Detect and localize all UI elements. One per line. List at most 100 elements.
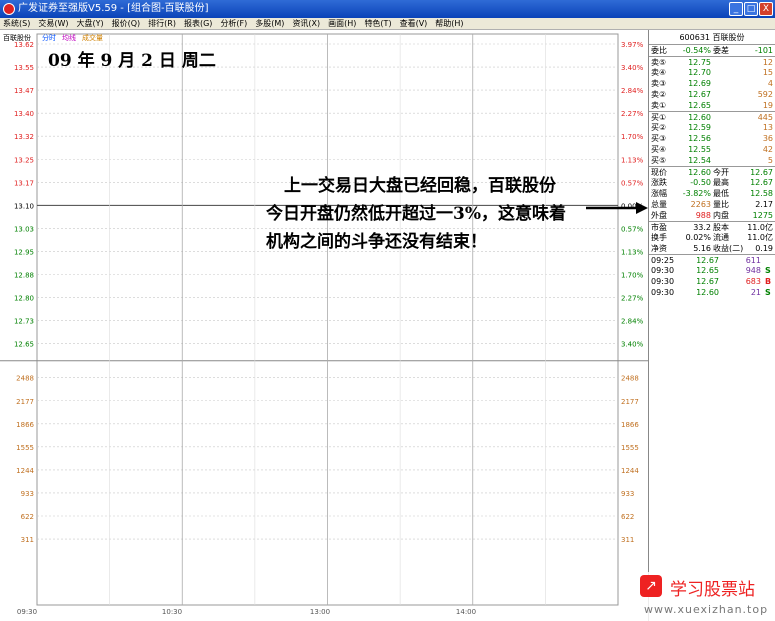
- bid-price: 12.59: [688, 123, 711, 132]
- fund-label: 净资: [651, 244, 667, 253]
- menu-item-5[interactable]: 报表(G): [184, 18, 212, 29]
- menu-item-10[interactable]: 特色(T): [364, 18, 391, 29]
- volume-tick-label: 622: [21, 513, 34, 521]
- stat-value: -0.50: [690, 178, 711, 187]
- price-tick-label: 13.47: [14, 87, 34, 95]
- price-tick-label: 13.10: [14, 202, 34, 210]
- bid-volume: 42: [762, 145, 773, 154]
- ask-volume: 592: [757, 90, 773, 99]
- bid-row: 买① 12.60 445: [649, 111, 775, 122]
- chart-tab-2: 成交量: [82, 33, 103, 42]
- stat-label-2: 最高: [713, 178, 729, 187]
- volume-tick-label-right: 1244: [621, 467, 639, 475]
- price-tick-label: 13.40: [14, 110, 34, 118]
- menu-item-3[interactable]: 报价(Q): [112, 18, 141, 29]
- tick-price: 12.67: [696, 277, 719, 286]
- stat-row: 外盘 988 内盘 1275: [649, 210, 775, 221]
- volume-tick-label-right: 2488: [621, 375, 639, 383]
- time-tick-label: 09:30: [17, 608, 37, 616]
- stat-value: -3.82%: [682, 189, 711, 198]
- logo-mark-icon: ↗: [640, 575, 662, 597]
- pct-tick-label: 2.84%: [621, 318, 644, 326]
- pct-tick-label: 1.70%: [621, 272, 644, 280]
- volume-tick-label: 2177: [16, 398, 34, 406]
- tick-volume: 948: [745, 266, 761, 275]
- pct-tick-label: 3.40%: [621, 341, 644, 349]
- stat-row: 总量 2263 量比 2.17: [649, 199, 775, 210]
- ask-price: 12.67: [688, 90, 711, 99]
- volume-tick-label-right: 311: [621, 536, 634, 544]
- bid-label: 买③: [651, 134, 667, 143]
- bid-price: 12.56: [688, 134, 711, 143]
- menu-item-7[interactable]: 多股(M): [255, 18, 284, 29]
- menu-item-4[interactable]: 排行(R): [148, 18, 176, 29]
- ask-row: 卖① 12.65 19: [649, 100, 775, 111]
- pct-tick-label: 1.70%: [621, 133, 644, 141]
- close-button[interactable]: X: [759, 2, 773, 16]
- stat-row: 涨幅 -3.82% 最低 12.58: [649, 188, 775, 199]
- maximize-button[interactable]: □: [744, 2, 758, 16]
- menu-item-9[interactable]: 画面(H): [328, 18, 356, 29]
- price-tick-label: 13.62: [14, 41, 34, 49]
- menu-bar: 系统(S) 交易(W) 大盘(Y) 报价(Q) 排行(R) 报表(G) 分析(F) 多股(M)…: [0, 18, 775, 30]
- minimize-button[interactable]: _: [729, 2, 743, 16]
- fundamental-row: 净资 5.16 收益(二) 0.19: [649, 243, 775, 254]
- tick-row: 09:30 12.60 21 S: [649, 287, 775, 298]
- pct-tick-label: 1.13%: [621, 248, 644, 256]
- window-title: 广发证券至强版V5.59 - [组合图-百联股份]: [18, 3, 209, 14]
- fund-label-2: 流通: [713, 233, 729, 242]
- price-tick-label: 12.95: [14, 248, 34, 256]
- ask-row: 卖③ 12.69 4: [649, 78, 775, 89]
- menu-item-8[interactable]: 资讯(X): [292, 18, 320, 29]
- ask-label: 卖③: [651, 79, 667, 88]
- logo-text: 学习股票站: [670, 580, 755, 600]
- bid-label: 买④: [651, 145, 667, 154]
- logo-url: www.xuexizhan.top: [644, 603, 769, 616]
- ask-volume: 15: [762, 68, 773, 77]
- ask-price: 12.65: [688, 101, 711, 110]
- menu-item-6[interactable]: 分析(F): [220, 18, 247, 29]
- stat-label-2: 内盘: [713, 211, 729, 220]
- volume-tick-label-right: 622: [621, 513, 634, 521]
- fund-value-2: 11.0亿: [747, 233, 773, 242]
- bid-volume: 13: [762, 123, 773, 132]
- time-tick-label: 14:00: [456, 608, 476, 616]
- weibi-value: -0.54%: [682, 46, 711, 55]
- menu-item-0[interactable]: 系统(S): [3, 18, 30, 29]
- volume-tick-label: 1866: [16, 421, 34, 429]
- volume-tick-label: 933: [21, 490, 34, 498]
- ask-row: 卖② 12.67 592: [649, 89, 775, 100]
- price-tick-label: 12.80: [14, 295, 34, 303]
- stat-label: 涨跌: [651, 178, 667, 187]
- volume-tick-label: 311: [21, 536, 34, 544]
- menu-item-2[interactable]: 大盘(Y): [76, 18, 103, 29]
- price-tick-label: 12.88: [14, 272, 34, 280]
- volume-tick-label: 1244: [16, 467, 34, 475]
- menu-item-1[interactable]: 交易(W): [38, 18, 68, 29]
- fund-value-2: 0.19: [755, 244, 773, 253]
- price-tick-label: 13.55: [14, 64, 34, 72]
- volume-tick-label-right: 1866: [621, 421, 639, 429]
- menu-item-11[interactable]: 查看(V): [400, 18, 428, 29]
- ask-price: 12.70: [688, 68, 711, 77]
- bid-row: 买⑤ 12.54 5: [649, 155, 775, 166]
- menu-item-12[interactable]: 帮助(H): [435, 18, 463, 29]
- ask-row: 卖④ 12.70 15: [649, 67, 775, 78]
- pct-tick-label: 2.27%: [621, 295, 644, 303]
- chart-tab-1: 均线: [62, 33, 76, 42]
- ask-label: 卖①: [651, 101, 667, 110]
- fundamental-row: 市盈 33.2 股本 11.0亿: [649, 221, 775, 232]
- tick-price: 12.60: [696, 288, 719, 297]
- ask-volume: 19: [762, 101, 773, 110]
- stat-row: 现价 12.60 今开 12.67: [649, 166, 775, 177]
- tick-row: 09:30 12.65 948 S: [649, 265, 775, 276]
- stat-value-2: 1275: [752, 211, 773, 220]
- tick-time: 09:30: [651, 266, 675, 275]
- weibi-row: 委比 -0.54% 委差 -101: [649, 45, 775, 56]
- intraday-chart: 百联股份 分时 均线 成交量 13.62 3.97% 13.55 3.40% 13.47 2.84…: [0, 30, 648, 621]
- volume-tick-label-right: 933: [621, 490, 634, 498]
- quote-panel: 600631 百联股份 委比 -0.54% 委差 -101 卖⑤ 12.75 12 卖④ 12.…: [648, 30, 775, 621]
- tick-time: 09:30: [651, 288, 675, 297]
- quote-header: 600631 百联股份: [649, 30, 775, 45]
- title-bar: 广发证券至强版V5.59 - [组合图-百联股份] _ □ X: [0, 0, 775, 18]
